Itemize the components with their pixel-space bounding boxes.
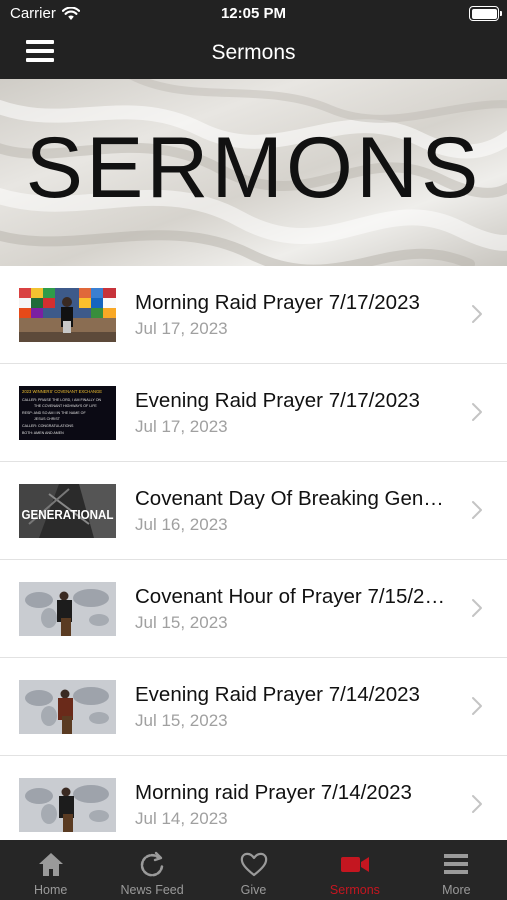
battery-icon	[469, 6, 502, 21]
sermon-title: Covenant Hour of Prayer 7/15/2…	[135, 585, 445, 608]
sermon-thumbnail	[19, 288, 116, 342]
chevron-right-icon	[472, 795, 482, 813]
page-title: Sermons	[211, 41, 296, 64]
sermon-date: Jul 17, 2023	[135, 319, 228, 338]
sermon-title: Morning raid Prayer 7/14/2023	[135, 781, 412, 804]
sermon-date: Jul 15, 2023	[135, 711, 228, 730]
tab-sermons[interactable]: Sermons	[304, 840, 405, 900]
thumb-text: BOTH: AMEN AND AMEN	[22, 431, 64, 435]
video-camera-icon	[340, 857, 369, 872]
chevron-right-icon	[472, 403, 482, 421]
sermon-thumbnail	[19, 778, 116, 832]
chevron-right-icon	[472, 305, 482, 323]
sermon-list: Morning Raid Prayer 7/17/2023 Jul 17, 20…	[0, 266, 507, 854]
tab-label: Home	[34, 883, 68, 897]
sermon-date: Jul 17, 2023	[135, 417, 228, 436]
tab-label: Give	[240, 883, 267, 897]
sermon-title: Evening Raid Prayer 7/14/2023	[135, 683, 420, 706]
menu-icon	[444, 854, 469, 874]
tab-label: News Feed	[120, 883, 184, 897]
tab-bar: Home News Feed Give Sermons More	[0, 840, 507, 900]
sermon-date: Jul 15, 2023	[135, 613, 228, 632]
sermon-row[interactable]: GENERATIONAL Covenant Day Of Breaking Ge…	[0, 462, 507, 560]
sermon-title: Morning Raid Prayer 7/17/2023	[135, 291, 420, 314]
sermon-title: Covenant Day Of Breaking Gen…	[135, 487, 444, 510]
tab-news-feed[interactable]: News Feed	[101, 840, 202, 900]
heart-icon	[240, 852, 267, 877]
tab-give[interactable]: Give	[203, 840, 304, 900]
tab-label: More	[442, 883, 471, 897]
thumb-text: RESP: AND SO AM I IN THE NAME OF	[22, 411, 86, 415]
thumb-text: CALLER: CONGRATULATIONS	[22, 424, 74, 428]
sermon-date: Jul 16, 2023	[135, 515, 228, 534]
home-icon	[38, 853, 63, 876]
chevron-right-icon	[472, 501, 482, 519]
tab-more[interactable]: More	[406, 840, 507, 900]
chevron-right-icon	[472, 599, 482, 617]
tab-label: Sermons	[329, 883, 380, 897]
thumb-text: CALLER: PRAISE THE LORD, I AM FINALLY ON	[22, 398, 101, 402]
thumb-text: JESUS CHRIST	[34, 417, 61, 421]
sermon-thumbnail: GENERATIONAL	[19, 484, 116, 538]
sermon-title: Evening Raid Prayer 7/17/2023	[135, 389, 420, 412]
sermon-thumbnail	[19, 582, 116, 636]
thumb-text: GENERATIONAL	[22, 507, 114, 522]
chevron-right-icon	[472, 697, 482, 715]
refresh-icon	[140, 851, 164, 877]
sermons-banner: SERMONS	[0, 79, 507, 266]
thumb-text: 2023 WINNERS' COVENANT EXCHANGE	[22, 389, 102, 394]
clock: 12:05 PM	[220, 5, 287, 22]
status-bar: Carrier 12:05 PM	[0, 0, 507, 28]
sermon-thumbnail: 2023 WINNERS' COVENANT EXCHANGE CALLER: …	[19, 386, 116, 440]
banner-heading: SERMONS	[25, 120, 482, 216]
sermon-date: Jul 14, 2023	[135, 809, 228, 828]
thumb-text: THE COVENANT HIGHWAYS OF LIFE	[34, 404, 97, 408]
navigation-bar: Sermons	[0, 28, 507, 79]
sermon-thumbnail	[19, 680, 116, 734]
sermon-row[interactable]: 2023 WINNERS' COVENANT EXCHANGE CALLER: …	[0, 364, 507, 462]
tab-home[interactable]: Home	[0, 840, 101, 900]
sermon-row[interactable]: Evening Raid Prayer 7/14/2023 Jul 15, 20…	[0, 658, 507, 756]
sermon-row[interactable]: Morning Raid Prayer 7/17/2023 Jul 17, 20…	[0, 266, 507, 364]
sermon-row[interactable]: Covenant Hour of Prayer 7/15/2… Jul 15, …	[0, 560, 507, 658]
